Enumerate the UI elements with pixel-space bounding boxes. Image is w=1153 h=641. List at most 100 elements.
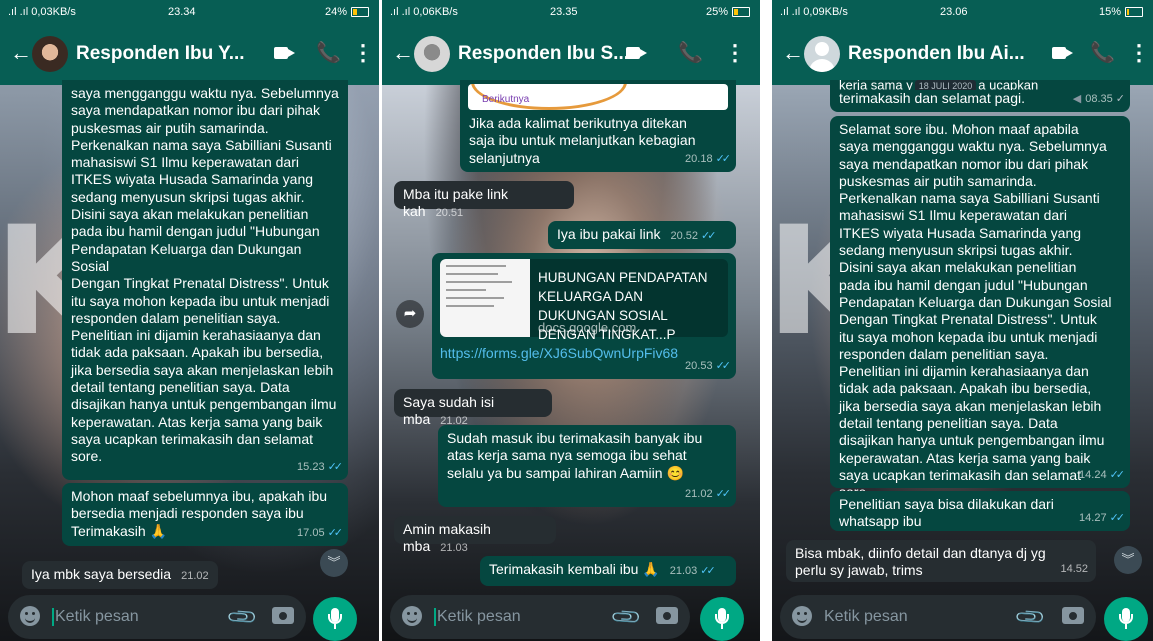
menu-icon[interactable]: ⋮ <box>1128 40 1153 66</box>
link-url[interactable]: https://forms.gle/XJ6SubQwnUrpFiv68 <box>440 345 678 362</box>
mic-button[interactable] <box>1104 597 1148 641</box>
message-time: 20.52 <box>670 230 699 242</box>
message-input[interactable]: Ketik pesan <box>824 608 908 626</box>
message-bubble[interactable]: Bisa mbak, diinfo detail dan dtanya dj y… <box>786 540 1096 582</box>
back-arrow-icon[interactable]: ← <box>782 42 804 64</box>
status-bar: .ıl .ıl 0,06KB/s 23.35 25% <box>382 0 760 24</box>
contact-name[interactable]: Responden Ibu S... <box>458 43 629 65</box>
message-time: 14.27 <box>1079 511 1107 524</box>
camera-icon[interactable] <box>272 607 294 624</box>
forward-icon[interactable]: ➦ <box>396 300 424 328</box>
message-text: Sudah masuk ibu terimakasih banyak ibu a… <box>447 430 703 481</box>
message-meta: 20.18 ✓✓ <box>685 151 732 168</box>
attach-icon[interactable]: 📎 <box>609 600 644 635</box>
contact-name[interactable]: Responden Ibu Y... <box>76 43 245 65</box>
message-bubble[interactable]: Terimakasih kembali ibu 🙏 21.03 ✓✓ <box>480 556 736 586</box>
message-text: Terimakasih kembali ibu 🙏 <box>489 561 660 577</box>
message-bubble[interactable]: Mba itu pake link kah 20.51 <box>394 181 574 219</box>
message-time: 08.35 <box>1085 92 1113 105</box>
camera-icon[interactable] <box>656 607 678 624</box>
link-message-bubble[interactable]: HUBUNGAN PENDAPATAN KELUARGA DAN DUKUNGA… <box>432 253 736 379</box>
mic-button[interactable] <box>313 597 357 641</box>
read-receipt-icon: ✓✓ <box>327 460 344 473</box>
back-arrow-icon[interactable]: ← <box>10 42 32 64</box>
message-input-bar[interactable]: Ketik pesan 📎 <box>780 595 1096 639</box>
menu-icon[interactable]: ⋮ <box>724 40 750 66</box>
link-preview-card[interactable]: HUBUNGAN PENDAPATAN KELUARGA DAN DUKUNGA… <box>440 259 728 342</box>
emoji-icon[interactable] <box>792 606 812 626</box>
message-bubble[interactable]: kerja sama y 18 JULI 2020 a ucapkan terima… <box>830 80 1130 112</box>
read-receipt-icon: ✓✓ <box>1109 468 1126 481</box>
message-time: 20.18 <box>685 152 713 165</box>
message-bubble[interactable]: Selamat sore ibu. Mohon maaf apabila say… <box>830 116 1130 500</box>
message-meta: ◀ 08.35 ✓ <box>1072 91 1125 108</box>
battery: 25% <box>706 6 750 18</box>
message-fragment: a ucapkan <box>978 80 1039 90</box>
message-meta: 17.05 ✓✓ <box>297 525 343 542</box>
input-placeholder: Ketik pesan <box>437 608 521 626</box>
message-bubble[interactable]: Iya ibu pakai link 20.52 ✓✓ <box>548 221 736 249</box>
message-input[interactable]: Ketik pesan <box>434 608 521 626</box>
message-bubble[interactable]: Penelitian saya bisa dilakukan dari what… <box>830 491 1130 531</box>
avatar[interactable] <box>414 36 450 72</box>
read-receipt-icon: ✓✓ <box>701 230 717 242</box>
message-bubble[interactable]: Amin makasih mba 21.03 <box>394 516 556 554</box>
message-bubble[interactable]: Berikutnya Jika ada kalimat berikutnya d… <box>460 80 736 172</box>
clock: 23.35 <box>550 6 578 18</box>
battery-icon <box>1125 7 1143 18</box>
avatar[interactable] <box>804 36 840 72</box>
message-text-top: kerja sama y 18 JULI 2020 a ucapkan <box>839 80 1122 90</box>
video-call-icon[interactable] <box>626 40 652 66</box>
chat-screen-1: K .ıl .ıl 0,03KB/s 23.34 24% ← Responden… <box>0 0 379 641</box>
message-bubble[interactable]: saya mengganggu waktu nya. Sebelumnya sa… <box>62 80 348 516</box>
menu-icon[interactable]: ⋮ <box>352 40 378 66</box>
image-preview[interactable]: Berikutnya <box>468 84 728 110</box>
text-cursor <box>434 608 436 626</box>
audio-icon: ◀ <box>1072 92 1082 105</box>
emoji-icon[interactable] <box>20 606 40 626</box>
mic-button[interactable] <box>700 597 744 641</box>
battery: 15% <box>1099 6 1143 18</box>
chat-header: ← Responden Ibu Y... 📞 ⋮ <box>0 24 379 85</box>
avatar[interactable] <box>32 36 68 72</box>
message-bubble[interactable]: Iya mbk saya bersedia 21.02 <box>22 561 218 589</box>
status-bar: .ıl .ıl 0,03KB/s 23.34 24% <box>0 0 379 24</box>
scroll-down-icon[interactable]: ︾ <box>1114 546 1142 574</box>
message-bubble[interactable]: Saya sudah isi mba 21.02 <box>394 389 552 427</box>
read-receipt-icon: ✓✓ <box>715 152 732 165</box>
message-time: 21.02 <box>685 487 713 500</box>
message-bubble[interactable]: Mohon maaf sebelumnya ibu, apakah ibu be… <box>62 483 348 546</box>
attach-icon[interactable]: 📎 <box>1013 600 1048 635</box>
battery: 24% <box>325 6 369 18</box>
message-bubble[interactable]: Sudah masuk ibu terimakasih banyak ibu a… <box>438 425 736 507</box>
message-meta: 20.53 ✓✓ <box>685 358 731 375</box>
message-input[interactable]: Ketik pesan <box>52 608 139 626</box>
voice-call-icon[interactable]: 📞 <box>316 40 342 66</box>
emoji-icon[interactable] <box>402 606 422 626</box>
link-thumbnail <box>440 259 530 337</box>
sent-tick-icon: ✓ <box>1115 92 1125 105</box>
voice-call-icon[interactable]: 📞 <box>678 40 704 66</box>
video-call-icon[interactable] <box>1052 40 1078 66</box>
message-input-bar[interactable]: Ketik pesan 📎 <box>390 595 690 639</box>
message-input-bar[interactable]: Ketik pesan 📎 <box>8 595 306 639</box>
camera-icon[interactable] <box>1062 607 1084 624</box>
contact-name[interactable]: Responden Ibu Ai... <box>848 43 1025 65</box>
status-bar: .ıl .ıl 0,09KB/s 23.06 15% <box>772 0 1153 24</box>
network-speed: .ıl .ıl 0,06KB/s <box>390 6 458 18</box>
voice-call-icon[interactable]: 📞 <box>1090 40 1116 66</box>
message-meta: 14.27 ✓✓ <box>1079 510 1126 527</box>
message-meta: 15.23 ✓✓ <box>297 459 344 476</box>
clock: 23.34 <box>168 6 196 18</box>
chat-screen-2: .ıl .ıl 0,06KB/s 23.35 25% ← Responden I… <box>382 0 760 641</box>
scroll-down-icon[interactable]: ︾ <box>320 549 348 577</box>
back-arrow-icon[interactable]: ← <box>392 42 414 64</box>
video-call-icon[interactable] <box>274 40 300 66</box>
message-time: 21.03 <box>669 565 698 577</box>
network-speed: .ıl .ıl 0,09KB/s <box>780 6 848 18</box>
message-text: Bisa mbak, diinfo detail dan dtanya dj y… <box>795 545 1046 579</box>
attach-icon[interactable]: 📎 <box>225 600 260 635</box>
clock: 23.06 <box>940 6 968 18</box>
read-receipt-icon: ✓✓ <box>1109 511 1126 524</box>
message-meta: 14.24 ✓✓ <box>1079 467 1126 484</box>
